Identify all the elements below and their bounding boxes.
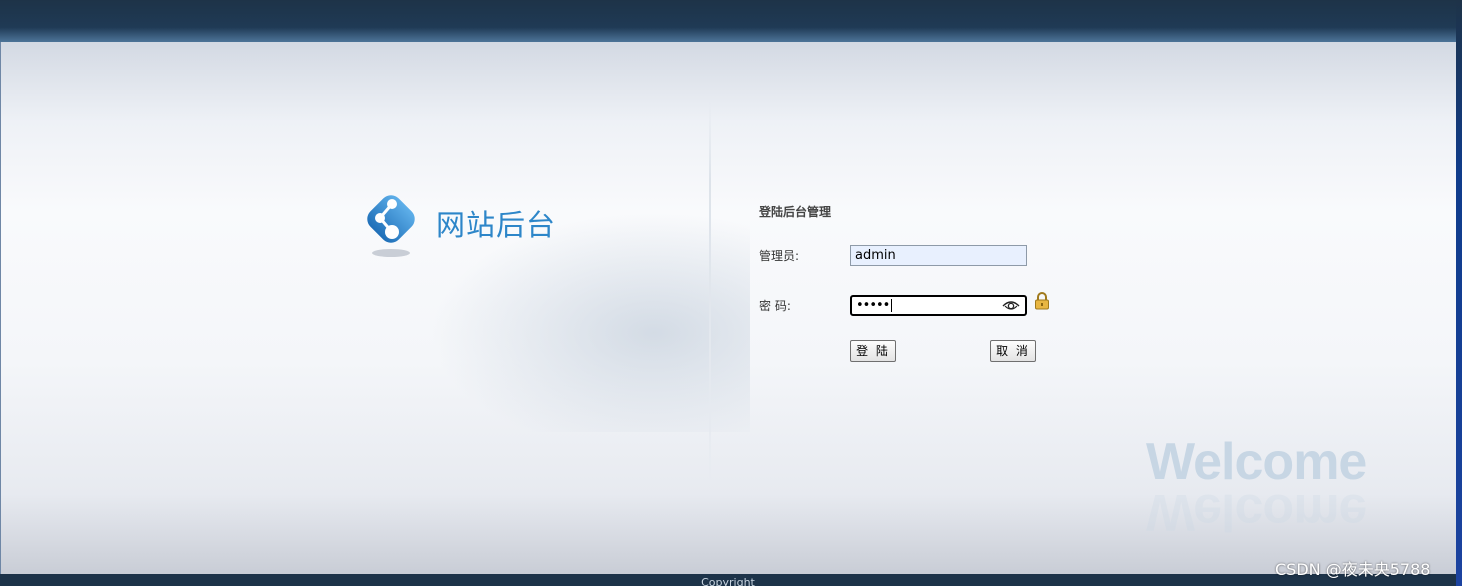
- eye-icon[interactable]: [1002, 298, 1020, 312]
- left-edge: [0, 42, 1, 574]
- background-glow: [430, 212, 750, 432]
- lock-icon: [1035, 292, 1049, 310]
- login-button[interactable]: 登 陆: [850, 340, 896, 362]
- copyright-text: Copyright: [701, 576, 755, 586]
- right-edge: [1456, 0, 1462, 586]
- password-input[interactable]: •••••: [850, 295, 1027, 316]
- welcome-reflection: Welcome: [1146, 483, 1367, 541]
- login-panel: 网站后台 登陆后台管理 管理员: admin 密 码: ••••• 登 陆 取 …: [0, 42, 1456, 574]
- panel-divider: [709, 100, 711, 500]
- username-label: 管理员:: [759, 249, 800, 263]
- password-label: 密 码:: [759, 299, 791, 313]
- watermark-text: CSDN @夜未央5788: [1275, 560, 1431, 579]
- form-title: 登陆后台管理: [759, 205, 832, 219]
- password-value: •••••: [856, 298, 890, 313]
- share-icon: [367, 195, 415, 257]
- username-input[interactable]: admin: [850, 245, 1027, 266]
- top-bar: [0, 0, 1462, 43]
- logo-title: 网站后台: [436, 208, 557, 242]
- text-caret: [891, 299, 893, 312]
- cancel-button[interactable]: 取 消: [990, 340, 1036, 362]
